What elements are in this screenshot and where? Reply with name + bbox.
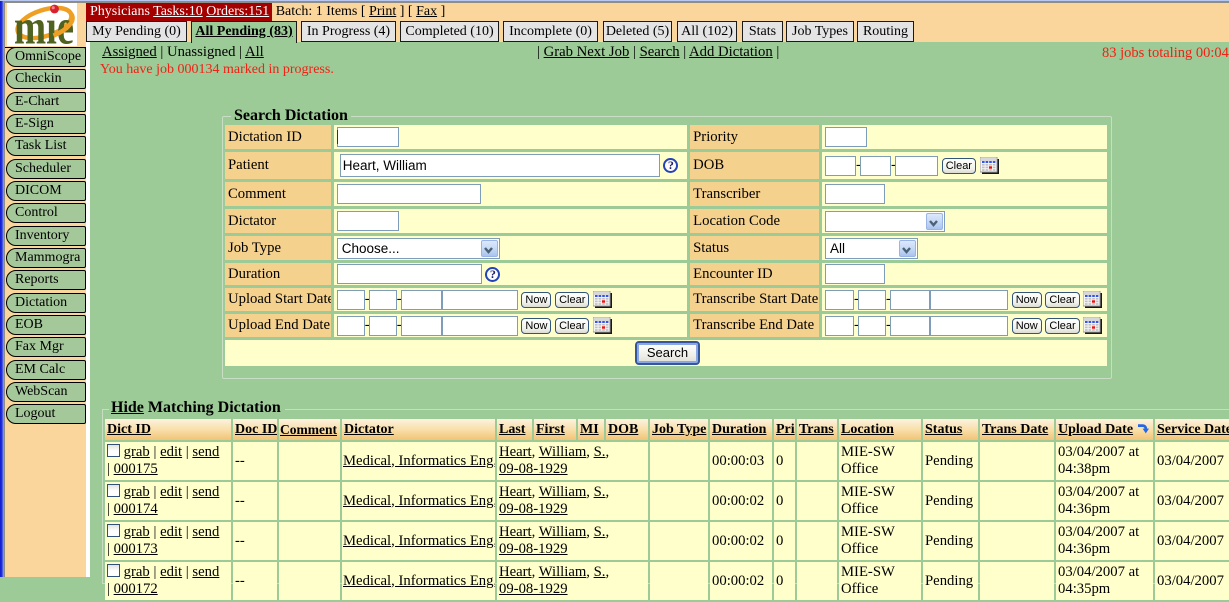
svg-text:mıe: mıe [14, 3, 74, 46]
